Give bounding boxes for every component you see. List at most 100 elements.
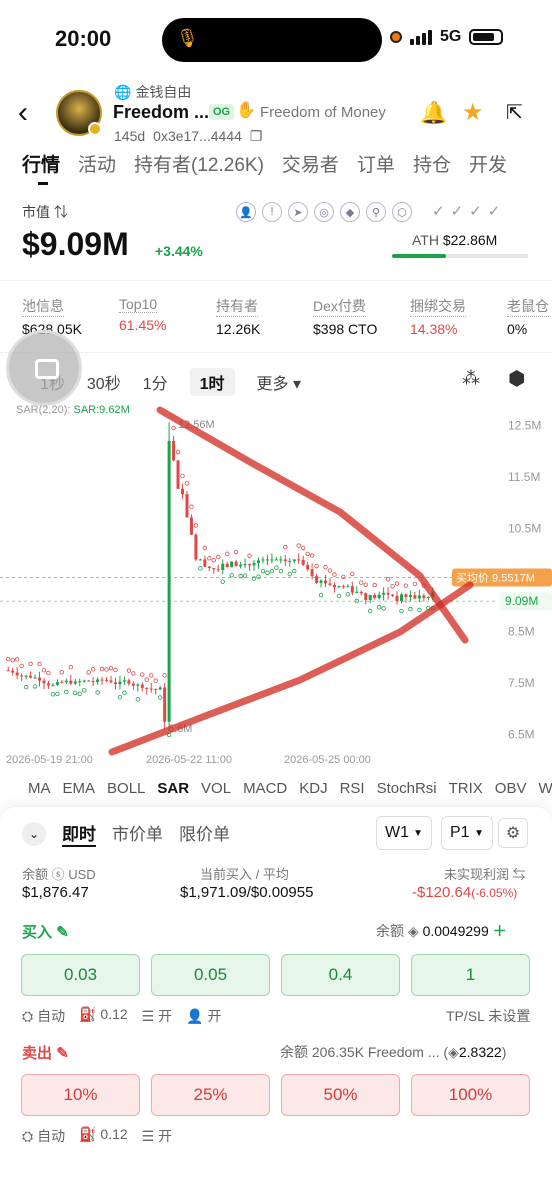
bsc-icon[interactable]: ◆ bbox=[340, 202, 360, 222]
candle-body bbox=[176, 460, 180, 489]
indicator-tab-wr[interactable]: WR bbox=[538, 780, 552, 797]
add-funds-icon[interactable]: ＋ bbox=[493, 923, 507, 939]
buy-amount-button[interactable]: 1 bbox=[411, 954, 530, 996]
order-tab-market[interactable]: 市价单 bbox=[112, 820, 163, 847]
x-tick-label: 2026-05-22 11:00 bbox=[146, 754, 232, 766]
tab-activity[interactable]: 活动 bbox=[78, 150, 116, 177]
indicator-tab-ema[interactable]: EMA bbox=[63, 780, 96, 797]
stat-holders[interactable]: 持有者 12.26K bbox=[216, 296, 313, 337]
indicator-tab-obv[interactable]: OBV bbox=[495, 780, 527, 797]
stat-dex-paid[interactable]: Dex付费 $398 CTO bbox=[313, 296, 410, 337]
buy-amount-button[interactable]: 0.4 bbox=[281, 954, 400, 996]
collapse-chevron-icon[interactable]: ⌄ bbox=[22, 822, 46, 846]
annotation-stroke-upper bbox=[156, 406, 469, 644]
wallet-select[interactable]: W1 ▼ bbox=[376, 816, 432, 850]
edit-icon[interactable]: ✎ bbox=[56, 924, 69, 941]
token-age: 145d bbox=[114, 128, 146, 144]
chart-settings-icon[interactable]: ⬢ bbox=[508, 366, 525, 391]
candle-body bbox=[33, 677, 37, 679]
share-icon[interactable]: ⇱ bbox=[506, 100, 523, 125]
sar-dot bbox=[211, 558, 216, 563]
indicator-tab-stochrsi[interactable]: StochRsi bbox=[377, 780, 437, 797]
bnb-icon: ◈ bbox=[407, 923, 419, 939]
preset-select[interactable]: P1 ▼ bbox=[441, 816, 493, 850]
indicator-tab-ma[interactable]: MA bbox=[28, 780, 51, 797]
tab-market[interactable]: 行情 bbox=[22, 150, 60, 177]
indicator-tab-trix[interactable]: TRIX bbox=[449, 780, 483, 797]
indicator-tab-sar[interactable]: SAR bbox=[157, 780, 189, 797]
sell-percent-button[interactable]: 25% bbox=[151, 1074, 270, 1116]
order-tab-limit[interactable]: 限价单 bbox=[179, 820, 230, 847]
tab-dev[interactable]: 开发 bbox=[469, 150, 507, 177]
candle-body bbox=[417, 595, 421, 599]
floating-wallet-button[interactable] bbox=[6, 330, 82, 406]
tab-traders[interactable]: 交易者 bbox=[282, 150, 339, 177]
copy-icon[interactable]: ❐ bbox=[250, 128, 263, 145]
sell-percent-button[interactable]: 10% bbox=[21, 1074, 140, 1116]
candle-body bbox=[96, 679, 100, 683]
anti-rug[interactable]: 👤 开 bbox=[186, 1006, 221, 1026]
stat-bundle[interactable]: 捆绑交易 14.38% bbox=[410, 296, 507, 337]
token-name[interactable]: Freedom ... bbox=[113, 102, 209, 123]
edit-icon[interactable]: ✎ bbox=[56, 1045, 69, 1062]
candle-body bbox=[391, 594, 395, 596]
indicator-tab-boll[interactable]: BOLL bbox=[107, 780, 145, 797]
tab-orders[interactable]: 订单 bbox=[357, 150, 395, 177]
hand-icon: ✋ bbox=[236, 102, 256, 119]
interval-1h[interactable]: 1时 bbox=[189, 368, 235, 396]
mev-protection[interactable]: ☰ 开 bbox=[142, 1126, 172, 1146]
stat-insider[interactable]: 老鼠仓 0% bbox=[507, 296, 552, 337]
candle-body bbox=[395, 595, 399, 602]
candle-body bbox=[234, 561, 238, 567]
indicator-tab-macd[interactable]: MACD bbox=[243, 780, 287, 797]
tab-positions[interactable]: 持仓 bbox=[413, 150, 451, 177]
gas-setting[interactable]: ⛽ 0.12 bbox=[79, 1006, 128, 1026]
auto-slippage[interactable]: ⛭ 自动 bbox=[22, 1126, 65, 1146]
indicator-tab-rsi[interactable]: RSI bbox=[340, 780, 365, 797]
info-icon[interactable]: ! bbox=[262, 202, 282, 222]
buy-amount-button[interactable]: 0.03 bbox=[21, 954, 140, 996]
y-tick-label: 6.5M bbox=[508, 728, 535, 742]
order-tab-instant[interactable]: 即时 bbox=[62, 820, 96, 847]
active-tab-underline bbox=[38, 182, 48, 185]
bell-icon[interactable]: 🔔 bbox=[420, 100, 447, 126]
back-button[interactable]: ‹ bbox=[18, 96, 28, 130]
sell-percent-button[interactable]: 100% bbox=[411, 1074, 530, 1116]
interval-1m[interactable]: 1分 bbox=[143, 370, 168, 394]
sar-dot bbox=[269, 568, 275, 574]
sar-dot bbox=[216, 554, 221, 560]
market-cap-label[interactable]: 市值 ⇅ bbox=[22, 202, 68, 222]
token-address[interactable]: 0x3e17...4444 bbox=[153, 128, 242, 145]
sar-dot bbox=[265, 570, 270, 576]
sar-dot bbox=[50, 692, 56, 697]
buy-amount-button[interactable]: 0.05 bbox=[151, 954, 270, 996]
auto-slippage[interactable]: ⛭ 自动 bbox=[22, 1006, 65, 1026]
stat-value: 12.26K bbox=[216, 321, 261, 337]
interval-30s[interactable]: 30秒 bbox=[87, 370, 121, 394]
gas-icon: ⛽ bbox=[79, 1006, 97, 1022]
tab-holders[interactable]: 持有者(12.26K) bbox=[134, 150, 264, 177]
search-icon[interactable]: ⚲ bbox=[366, 202, 386, 222]
mev-protection[interactable]: ☰ 开 bbox=[142, 1006, 172, 1026]
anti-text: 开 bbox=[207, 1008, 222, 1024]
favorite-star-icon[interactable]: ★ bbox=[462, 98, 484, 127]
sell-percent-button[interactable]: 50% bbox=[281, 1074, 400, 1116]
scan-icon[interactable]: ⬡ bbox=[392, 202, 412, 222]
candle-body bbox=[306, 564, 310, 570]
gas-setting[interactable]: ⛽ 0.12 bbox=[79, 1126, 128, 1146]
indicator-tab-vol[interactable]: VOL bbox=[201, 780, 231, 797]
stat-top10[interactable]: Top10 61.45% bbox=[119, 296, 216, 337]
candle-body bbox=[230, 561, 234, 568]
gear-icon[interactable]: ⚙ bbox=[498, 818, 528, 848]
candle-body bbox=[51, 684, 55, 686]
telegram-icon[interactable]: ➤ bbox=[288, 202, 308, 222]
interval-more[interactable]: 更多 ▾ bbox=[257, 370, 301, 394]
website-icon[interactable]: ◎ bbox=[314, 202, 334, 222]
sar-dot bbox=[82, 688, 87, 693]
sell-bnb-value: 2.8322 bbox=[458, 1044, 502, 1060]
draw-tools-icon[interactable]: ⁂ bbox=[462, 368, 480, 389]
indicator-tab-kdj[interactable]: KDJ bbox=[299, 780, 327, 797]
tpsl-setting[interactable]: TP/SL 未设置 bbox=[446, 1006, 530, 1026]
price-chart[interactable]: 12.5M 11.5M 10.5M 8.5M 7.5M 6.5M 2026-05-19 21… bbox=[0, 400, 552, 770]
user-icon[interactable]: 👤 bbox=[236, 202, 256, 222]
